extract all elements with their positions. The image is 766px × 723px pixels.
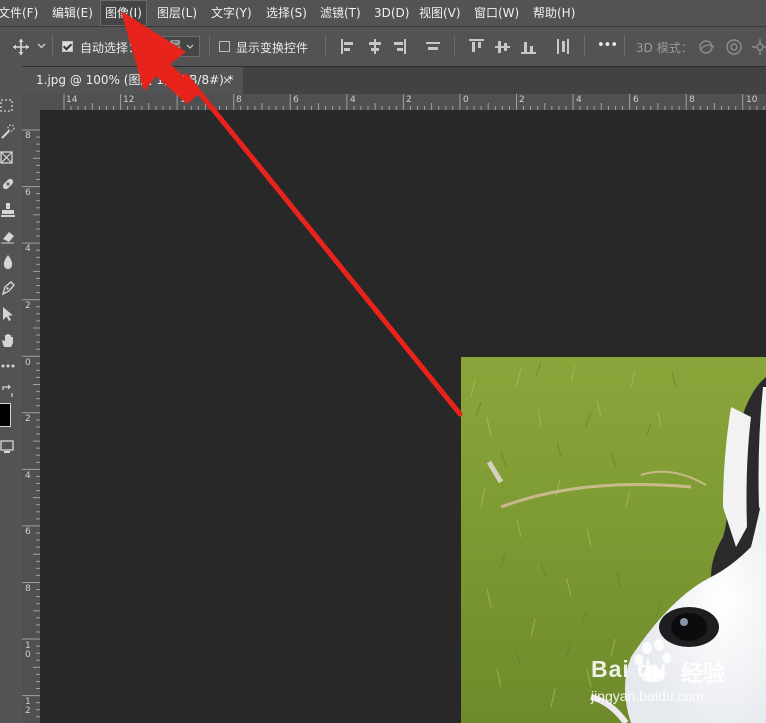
align-right-icon[interactable] [393, 39, 406, 54]
ruler-label: 8 [25, 131, 31, 141]
menu-file[interactable]: 文件(F) [0, 0, 38, 26]
more-tools-icon[interactable] [0, 358, 16, 374]
menu-3d[interactable]: 3D(D) [374, 0, 409, 26]
show-transform-label: 显示变换控件 [236, 41, 309, 55]
document-tab-bar: 1.jpg @ 100% (图层 1, RGB/8#) * × [22, 67, 766, 94]
align-bottom-icon[interactable] [521, 39, 536, 54]
watermark-brand: Bai du [591, 656, 668, 682]
layer-dropdown-value: 图层 [157, 39, 182, 53]
ruler-label: 0 [25, 358, 31, 368]
screen-mode-icon[interactable] [0, 438, 16, 454]
ruler-label: 10 [746, 95, 758, 105]
toolbox [0, 66, 23, 723]
menu-edit[interactable]: 编辑(E) [52, 0, 93, 26]
options-bar: 自动选择： 图层 显示变换控件 ••• 3D 模式： [0, 27, 766, 67]
3d-pan-icon[interactable] [750, 37, 766, 57]
auto-select-label: 自动选择： [80, 41, 141, 55]
foreground-color-swatch[interactable] [0, 403, 11, 427]
ruler-label: 10 [180, 95, 192, 105]
menu-bar: 文件(F) 编辑(E) 图像(I) 图层(L) 文字(Y) 选择(S) 滤镜(T… [0, 0, 766, 27]
show-transform-checkbox[interactable] [219, 41, 230, 52]
align-top-icon[interactable] [469, 39, 484, 54]
watermark-experience: 经验 [681, 662, 726, 687]
align-left-icon[interactable] [341, 39, 354, 54]
auto-select-checkbox[interactable] [62, 41, 73, 52]
menu-help[interactable]: 帮助(H) [533, 0, 575, 26]
more-options-button[interactable]: ••• [597, 38, 618, 53]
ruler-label: 10 [25, 641, 31, 660]
distribute-icon[interactable] [426, 39, 440, 54]
marquee-tool-icon[interactable] [0, 98, 16, 114]
ruler-label: 2 [519, 95, 525, 105]
tab-close-button[interactable]: × [222, 67, 232, 94]
clone-stamp-tool-icon[interactable] [0, 202, 16, 218]
ruler-label: 6 [25, 188, 31, 198]
ruler-corner [22, 94, 40, 110]
menu-type[interactable]: 文字(Y) [211, 0, 252, 26]
menu-select[interactable]: 选择(S) [266, 0, 307, 26]
ruler-label: 14 [66, 95, 78, 105]
blur-tool-icon[interactable] [0, 254, 16, 270]
ruler-label: 12 [25, 697, 31, 716]
quick-select-tool-icon[interactable] [0, 124, 16, 140]
layer-dropdown[interactable]: 图层 [148, 36, 200, 57]
menu-view[interactable]: 视图(V) [419, 0, 461, 26]
path-selection-tool-icon[interactable] [0, 306, 16, 322]
chevron-down-icon[interactable] [37, 43, 46, 49]
ruler-label: 6 [633, 95, 639, 105]
ruler-label: 2 [406, 95, 412, 105]
menu-layer[interactable]: 图层(L) [157, 0, 197, 26]
3d-orbit-icon[interactable] [697, 38, 717, 56]
ruler-label: 8 [689, 95, 695, 105]
menu-window[interactable]: 窗口(W) [474, 0, 519, 26]
horizontal-ruler: 14 12 10 8 6 4 2 0 2 4 6 8 10 [40, 94, 766, 111]
move-tool-icon[interactable] [12, 38, 30, 56]
chevron-down-icon [186, 44, 194, 49]
ruler-label: 2 [25, 301, 31, 311]
document-tab[interactable]: 1.jpg @ 100% (图层 1, RGB/8#) * × [22, 67, 243, 94]
align-center-h-icon[interactable] [368, 39, 381, 54]
ruler-label: 0 [463, 95, 469, 105]
baidu-watermark: Bai du 经验 jingyan.baidu.com [589, 636, 766, 708]
frame-tool-icon[interactable] [0, 150, 16, 166]
ruler-label: 6 [25, 527, 31, 537]
menu-filter[interactable]: 滤镜(T) [320, 0, 361, 26]
ruler-label: 4 [25, 471, 31, 481]
watermark-url: jingyan.baidu.com [591, 688, 704, 704]
menu-image[interactable]: 图像(I) [100, 0, 147, 26]
pen-tool-icon[interactable] [0, 280, 16, 296]
ruler-label: 4 [576, 95, 582, 105]
distribute-v-icon[interactable] [555, 39, 569, 54]
ruler-label: 6 [293, 95, 299, 105]
ruler-label: 2 [25, 414, 31, 424]
ruler-ticks [63, 94, 765, 110]
eraser-tool-icon[interactable] [0, 228, 16, 244]
vertical-ruler: 8 6 4 2 0 2 4 6 8 10 12 [22, 110, 41, 723]
ruler-label: 4 [25, 244, 31, 254]
align-center-v-icon[interactable] [495, 39, 510, 54]
healing-brush-tool-icon[interactable] [0, 176, 16, 192]
ruler-label: 8 [236, 95, 242, 105]
hand-tool-icon[interactable] [0, 332, 16, 348]
3d-roll-icon[interactable] [724, 37, 744, 57]
ruler-label: 8 [25, 584, 31, 594]
document-tab-title: 1.jpg @ 100% (图层 1, RGB/8#) * [36, 73, 234, 87]
ruler-label: 4 [350, 95, 356, 105]
swap-colors-icon[interactable] [0, 384, 16, 400]
ruler-label: 12 [123, 95, 135, 105]
3d-mode-label: 3D 模式： [636, 41, 693, 55]
